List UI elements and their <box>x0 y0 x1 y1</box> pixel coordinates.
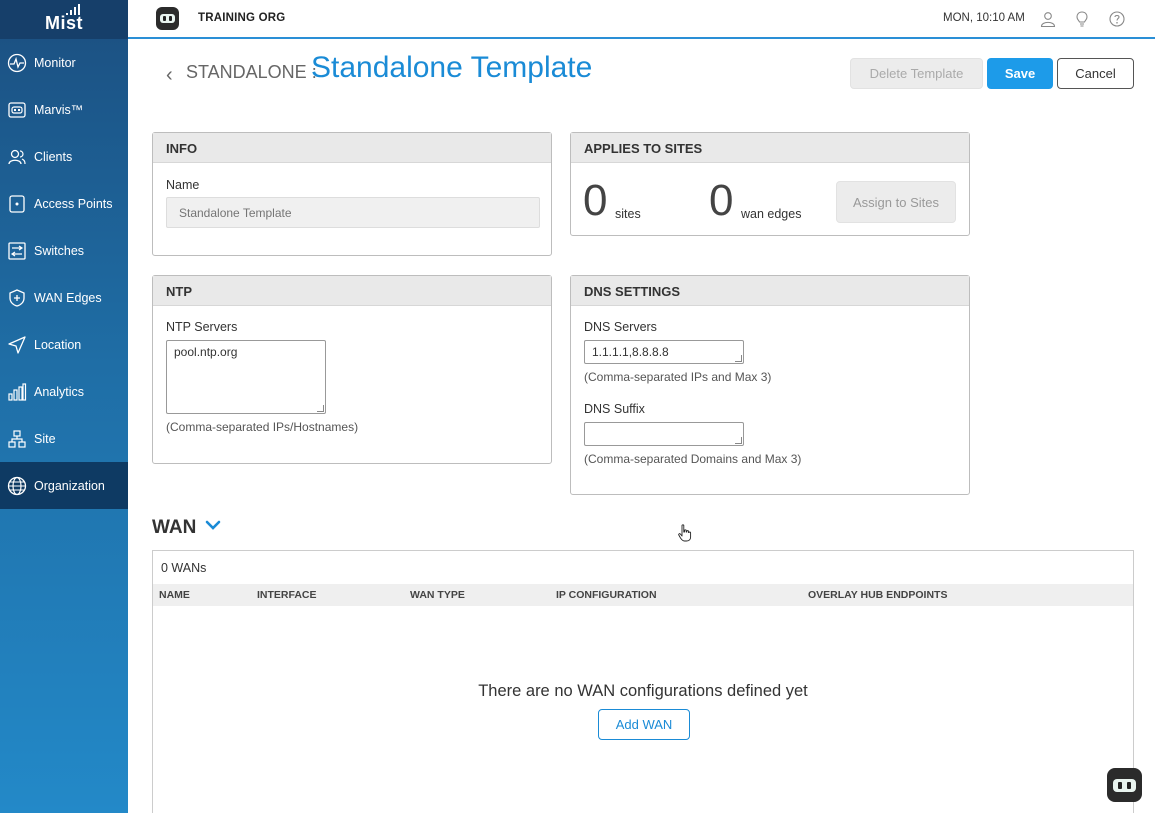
info-panel: INFO Name <box>152 132 552 256</box>
ntp-panel: NTP NTP Servers pool.ntp.org (Comma-sepa… <box>152 275 552 464</box>
location-icon <box>7 335 27 355</box>
hand-cursor-icon <box>678 524 692 542</box>
dns-header: DNS SETTINGS <box>571 276 969 306</box>
user-icon[interactable] <box>1040 11 1056 27</box>
dns-suffix-label: DNS Suffix <box>584 402 645 416</box>
info-header: INFO <box>153 133 551 163</box>
sidebar-item-monitor[interactable]: Monitor <box>0 39 128 86</box>
sidebar: Mist Monitor Marvis™ Clients Access Poin… <box>0 0 128 813</box>
assign-to-sites-button[interactable]: Assign to Sites <box>836 181 956 223</box>
dns-servers-value: 1.1.1.1,8.8.8.8 <box>592 345 669 359</box>
ntp-servers-value: pool.ntp.org <box>174 345 238 359</box>
dns-servers-hint: (Comma-separated IPs and Max 3) <box>584 370 772 384</box>
ntp-header: NTP <box>153 276 551 306</box>
top-bar: TRAINING ORG MON, 10:10 AM <box>128 0 1155 39</box>
sites-count: 0 <box>583 176 608 225</box>
lightbulb-icon[interactable] <box>1074 11 1090 27</box>
help-icon[interactable] <box>1109 11 1125 27</box>
sidebar-item-wan-edges[interactable]: WAN Edges <box>0 274 128 321</box>
org-name[interactable]: TRAINING ORG <box>198 12 285 24</box>
mist-logo[interactable]: Mist <box>0 0 128 39</box>
cancel-button[interactable]: Cancel <box>1057 58 1134 89</box>
resize-handle-icon[interactable] <box>735 355 742 362</box>
sidebar-item-organization[interactable]: Organization <box>0 462 128 509</box>
sidebar-item-label: Analytics <box>34 384 85 399</box>
breadcrumb: STANDALONE : <box>186 62 317 82</box>
sidebar-item-label: Access Points <box>34 196 113 211</box>
delete-template-button[interactable]: Delete Template <box>850 58 983 89</box>
sidebar-item-clients[interactable]: Clients <box>0 133 128 180</box>
sidebar-item-label: WAN Edges <box>34 290 102 305</box>
org-marvis-icon[interactable] <box>156 7 179 30</box>
wan-section-title: WAN <box>152 517 197 538</box>
name-field[interactable] <box>166 197 540 228</box>
dns-suffix-hint: (Comma-separated Domains and Max 3) <box>584 452 802 466</box>
column-header-overlay-hub-endpoints[interactable]: OVERLAY HUB ENDPOINTS <box>808 589 947 601</box>
logo-text: Mist <box>45 13 83 33</box>
column-header-wan-type[interactable]: WAN TYPE <box>410 589 465 601</box>
analytics-icon <box>7 382 27 402</box>
save-button[interactable]: Save <box>987 58 1053 89</box>
column-header-ip-configuration[interactable]: IP CONFIGURATION <box>556 589 657 601</box>
wan-table: 0 WANs NAME INTERFACE WAN TYPE IP CONFIG… <box>152 550 1134 813</box>
marvis-icon <box>7 100 27 120</box>
chevron-down-icon[interactable] <box>205 518 221 532</box>
sidebar-item-label: Organization <box>34 478 105 493</box>
switch-icon <box>7 241 27 261</box>
back-chevron-icon[interactable]: ‹ <box>166 64 173 87</box>
marvis-chat-icon[interactable] <box>1107 768 1142 802</box>
name-label: Name <box>166 178 200 192</box>
empty-state-message: There are no WAN configurations defined … <box>478 682 808 700</box>
dns-servers-label: DNS Servers <box>584 320 657 334</box>
wan-table-header: NAME INTERFACE WAN TYPE IP CONFIGURATION… <box>153 584 1133 606</box>
sidebar-item-label: Switches <box>34 243 85 258</box>
ntp-hint: (Comma-separated IPs/Hostnames) <box>166 420 359 434</box>
sidebar-item-label: Marvis™ <box>34 102 84 117</box>
monitor-icon <box>7 53 27 73</box>
access-point-icon <box>7 194 27 214</box>
sidebar-item-label: Monitor <box>34 55 76 70</box>
wan-edges-unit: wan edges <box>741 207 802 221</box>
sidebar-item-site[interactable]: Site <box>0 415 128 462</box>
sidebar-item-analytics[interactable]: Analytics <box>0 368 128 415</box>
sidebar-item-access-points[interactable]: Access Points <box>0 180 128 227</box>
site-icon <box>7 429 27 449</box>
clients-icon <box>7 147 27 167</box>
sidebar-item-switches[interactable]: Switches <box>0 227 128 274</box>
ntp-servers-textarea[interactable]: pool.ntp.org <box>166 340 326 414</box>
add-wan-button[interactable]: Add WAN <box>598 709 690 740</box>
sites-unit: sites <box>615 207 641 221</box>
wan-edges-count: 0 <box>709 176 734 225</box>
sidebar-item-label: Site <box>34 431 56 446</box>
dns-suffix-field[interactable] <box>584 422 744 446</box>
sidebar-item-label: Location <box>34 337 82 352</box>
column-header-interface[interactable]: INTERFACE <box>257 589 317 601</box>
column-header-name[interactable]: NAME <box>159 589 190 601</box>
sidebar-item-marvis[interactable]: Marvis™ <box>0 86 128 133</box>
resize-handle-icon[interactable] <box>317 405 324 412</box>
sidebar-item-location[interactable]: Location <box>0 321 128 368</box>
globe-icon <box>7 476 27 496</box>
dns-servers-field[interactable]: 1.1.1.1,8.8.8.8 <box>584 340 744 364</box>
dns-settings-panel: DNS SETTINGS DNS Servers 1.1.1.1,8.8.8.8… <box>570 275 970 495</box>
applies-header: APPLIES TO SITES <box>571 133 969 163</box>
ntp-servers-label: NTP Servers <box>166 320 238 334</box>
sidebar-item-label: Clients <box>34 149 73 164</box>
resize-handle-icon[interactable] <box>735 437 742 444</box>
clock: MON, 10:10 AM <box>943 12 1025 24</box>
page-title: Standalone Template <box>311 51 593 84</box>
wan-count: 0 WANs <box>161 561 207 575</box>
wan-edge-icon <box>7 288 27 308</box>
